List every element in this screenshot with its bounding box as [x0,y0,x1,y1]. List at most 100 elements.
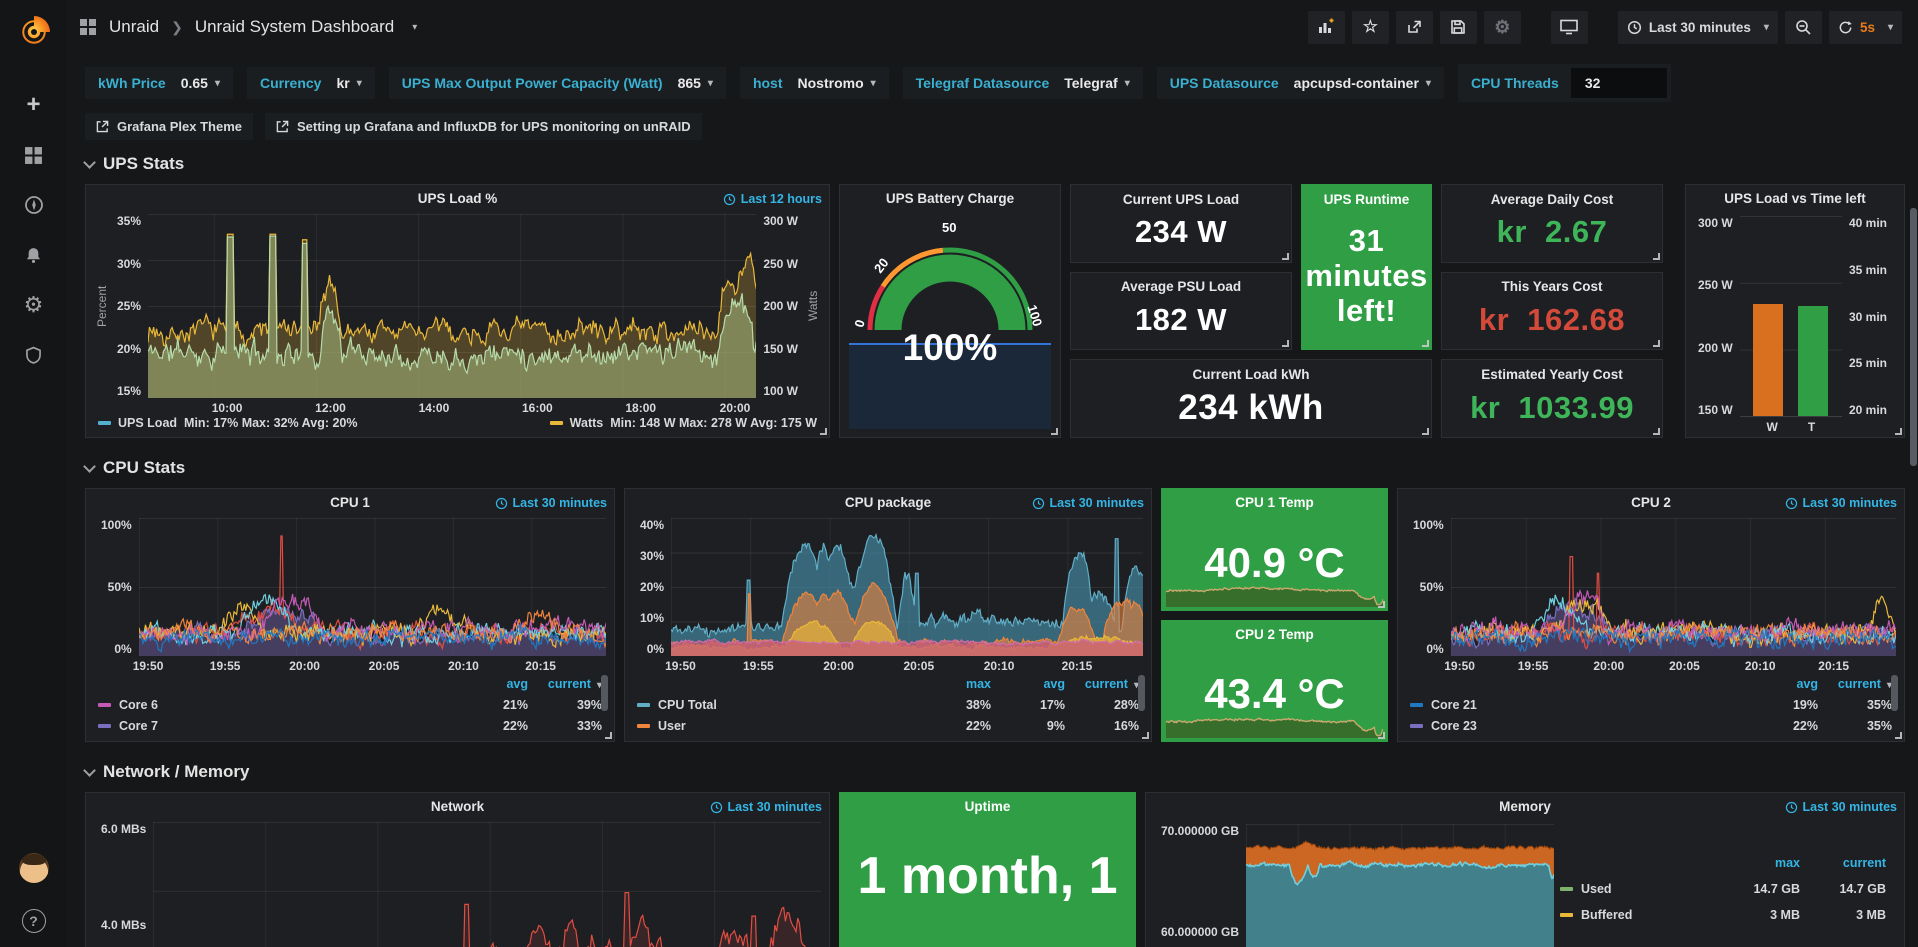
panel-time-override[interactable]: Last 30 minutes [710,800,822,814]
panel-title[interactable]: This Years Cost [1442,273,1662,297]
panel-resize-handle[interactable] [820,428,827,435]
legend-col-current[interactable]: current▾ [1065,677,1139,691]
legend-scrollbar[interactable] [1138,675,1145,711]
legend-item[interactable]: Buffered [1560,908,1710,922]
network-chart-plot[interactable] [153,822,821,947]
panel-resize-handle[interactable] [605,732,612,739]
legend-col-max[interactable]: max [1710,856,1800,870]
apps-grid-icon[interactable] [79,18,97,36]
panel-title[interactable]: Current UPS Load [1071,185,1291,209]
configuration-gear-icon[interactable]: ⚙ [23,294,45,316]
panel-title[interactable]: Estimated Yearly Cost [1442,360,1662,384]
zoom-out-button[interactable] [1785,11,1822,44]
link-ups-monitoring-guide[interactable]: Setting up Grafana and InfluxDB for UPS … [265,113,702,140]
section-network-memory[interactable]: Network / Memory [85,752,1905,792]
variable-telegraf-datasource[interactable]: Telegraf Datasource Telegraf▾ [903,67,1143,99]
cpu-package-chart-plot[interactable] [671,518,1143,656]
legend-col-avg[interactable]: avg [1744,677,1818,691]
legend-item[interactable]: CPU Total [637,698,917,712]
panel-resize-handle[interactable] [1422,340,1429,347]
user-avatar[interactable] [19,853,49,883]
legend-col-current[interactable]: current▾ [528,677,602,691]
panel-network: Network Last 30 minutes 6.0 MBs4.0 MBs2.… [85,792,830,947]
legend-item[interactable]: Used [1560,882,1710,896]
panel-resize-handle[interactable] [1653,340,1660,347]
breadcrumb-dashboard[interactable]: Unraid System Dashboard [195,17,394,37]
legend-item[interactable]: Core 23 [1410,719,1744,733]
variable-currency[interactable]: Currency kr▾ [247,67,375,99]
panel-time-override[interactable]: Last 30 minutes [1785,496,1897,510]
panel-resize-handle[interactable] [1895,428,1902,435]
legend-col-avg[interactable]: avg [991,677,1065,691]
help-icon[interactable]: ? [22,909,46,933]
panel-resize-handle[interactable] [1895,732,1902,739]
scrollbar-thumb[interactable] [1910,208,1917,466]
panel-resize-handle[interactable] [1282,253,1289,260]
link-grafana-plex-theme[interactable]: Grafana Plex Theme [85,113,253,140]
legend-item[interactable]: Core 7 [98,719,454,733]
panel-resize-handle[interactable] [1051,428,1058,435]
legend-scrollbar[interactable] [601,675,608,711]
legend-col-max[interactable]: max [917,677,991,691]
panel-ups-runtime: UPS Runtime 31 minutes left! [1301,184,1432,350]
memory-chart-plot[interactable] [1246,824,1554,947]
legend-scrollbar[interactable] [1891,675,1898,711]
legend-item-watts[interactable]: Watts Min: 148 W Max: 278 W Avg: 175 W [550,416,817,430]
legend-col-current[interactable]: current▾ [1818,677,1892,691]
cpu2-chart-plot[interactable] [1451,518,1896,656]
panel-title[interactable]: UPS Load % [86,185,829,212]
create-plus-icon[interactable]: + [23,94,45,116]
panel-title[interactable]: CPU 1 Temp [1162,489,1387,516]
panel-time-override[interactable]: Last 30 minutes [1032,496,1144,510]
dashboard-settings-gear-icon[interactable]: ⚙ [1484,11,1521,44]
panel-time-override[interactable]: Last 30 minutes [495,496,607,510]
panel-time-override[interactable]: Last 30 minutes [1785,800,1897,814]
server-admin-shield-icon[interactable] [23,344,45,366]
variable-kwh-price[interactable]: kWh Price 0.65▾ [85,67,233,99]
panel-title[interactable]: CPU 2 Temp [1162,621,1387,648]
dashboards-icon[interactable] [23,144,45,166]
legend-item[interactable]: Core 21 [1410,698,1744,712]
time-range-picker[interactable]: Last 30 minutes ▾ [1618,11,1778,44]
add-panel-button[interactable] [1308,11,1345,44]
refresh-picker[interactable]: 5s ▾ [1829,11,1902,44]
cpu1-chart-plot[interactable] [139,518,606,656]
variable-ups-datasource[interactable]: UPS Datasource apcupsd-container▾ [1157,67,1444,99]
panel-title[interactable]: Current Load kWh [1071,360,1431,384]
legend-col-current[interactable]: current [1800,856,1886,870]
panel-resize-handle[interactable] [1653,253,1660,260]
legend-item[interactable]: Core 6 [98,698,454,712]
panel-time-override[interactable]: Last 12 hours [723,192,822,206]
legend-col-avg[interactable]: avg [454,677,528,691]
tv-cycle-view-button[interactable] [1551,11,1588,44]
panel-title[interactable]: UPS Runtime [1302,185,1431,209]
share-button[interactable] [1396,11,1433,44]
star-button[interactable]: ☆ [1352,11,1389,44]
panel-title[interactable]: UPS Battery Charge [840,185,1060,212]
panel-resize-handle[interactable] [1653,428,1660,435]
cpu-threads-input[interactable]: 32 [1571,68,1667,98]
explore-compass-icon[interactable] [23,194,45,216]
legend-item-ups-load[interactable]: UPS Load Min: 17% Max: 32% Avg: 20% [98,416,357,430]
section-cpu-stats[interactable]: CPU Stats [85,448,1905,488]
ups-load-chart-plot[interactable] [148,214,756,398]
grafana-logo[interactable] [11,8,57,54]
page-scrollbar[interactable] [1909,0,1918,947]
save-button[interactable] [1440,11,1477,44]
breadcrumb[interactable]: Unraid ❯ Unraid System Dashboard ▾ [79,17,417,37]
network-row: Network Last 30 minutes 6.0 MBs4.0 MBs2.… [85,792,1905,947]
panel-resize-handle[interactable] [1422,428,1429,435]
panel-resize-handle[interactable] [1282,340,1289,347]
panel-title[interactable]: Average PSU Load [1071,273,1291,297]
section-ups-stats[interactable]: UPS Stats [85,144,1905,184]
panel-title[interactable]: UPS Load vs Time left [1686,185,1904,212]
panel-title[interactable]: Average Daily Cost [1442,185,1662,209]
breadcrumb-app[interactable]: Unraid [109,17,159,37]
panel-title[interactable]: Uptime [840,793,1135,820]
variable-host[interactable]: host Nostromo▾ [740,67,889,99]
bar-chart-plot[interactable] [1740,216,1842,417]
legend-item[interactable]: User [637,719,917,733]
variable-ups-max-output[interactable]: UPS Max Output Power Capacity (Watt) 865… [389,67,726,99]
alerting-bell-icon[interactable] [23,244,45,266]
panel-resize-handle[interactable] [1142,732,1149,739]
